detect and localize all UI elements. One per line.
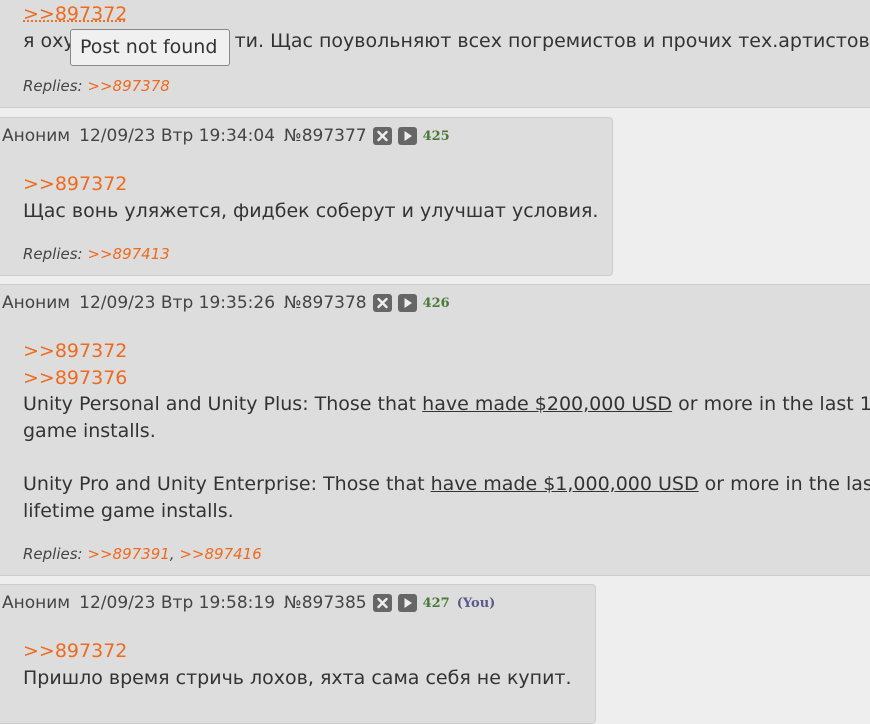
- poster-name: Аноним: [2, 593, 71, 613]
- replies-label: Replies:: [23, 77, 83, 95]
- reply-link[interactable]: >>897391: [87, 545, 169, 563]
- underlined-text: have made $200,000 USD: [422, 393, 673, 415]
- post-number[interactable]: №897377: [284, 126, 367, 146]
- post-count: 426: [422, 295, 450, 311]
- post-count: 425: [422, 128, 450, 144]
- close-icon[interactable]: [372, 127, 392, 145]
- post: Аноним 12/09/23 Втр 19:35:26 №897378 426…: [0, 284, 870, 576]
- post-quote-link[interactable]: >>897376: [23, 365, 870, 392]
- reply-link[interactable]: >>897416: [179, 545, 261, 563]
- play-icon[interactable]: [397, 127, 417, 145]
- underlined-text: have made $1,000,000 USD: [430, 473, 699, 495]
- post-count: 427: [422, 595, 450, 611]
- close-icon[interactable]: [372, 594, 392, 612]
- play-icon[interactable]: [397, 294, 417, 312]
- reply-link[interactable]: >>897378: [87, 77, 169, 95]
- poster-name: Аноним: [2, 293, 71, 313]
- post-number[interactable]: №897385: [284, 593, 367, 613]
- post: Аноним 12/09/23 Втр 19:34:04 №897377 425…: [0, 117, 613, 276]
- post-not-found-tooltip: Post not found: [70, 29, 230, 66]
- post-header: Аноним 12/09/23 Втр 19:35:26 №897378 426: [2, 293, 450, 313]
- you-marker: (You): [456, 595, 496, 611]
- post-date: 12/09/23 Втр 19:58:19: [79, 593, 276, 613]
- post-date: 12/09/23 Втр 19:34:04: [79, 126, 276, 146]
- post-text-line: lifetime game installs.: [23, 499, 234, 522]
- post: Аноним 12/09/23 Втр 19:58:19 №897385 427…: [0, 584, 596, 724]
- poster-name: Аноним: [2, 126, 71, 146]
- play-icon[interactable]: [397, 594, 417, 612]
- close-icon[interactable]: [372, 294, 392, 312]
- post-text: Пришло время стричь лохов, яхта сама себ…: [23, 666, 572, 689]
- post-quote-link[interactable]: >>897372: [23, 171, 598, 198]
- post-replies: Replies: >>897378: [23, 77, 170, 95]
- post-quote-link[interactable]: >>897372: [23, 1, 870, 28]
- post-quote-link[interactable]: >>897372: [23, 638, 572, 665]
- post-text: Щас вонь уляжется, фидбек соберут и улуч…: [23, 199, 599, 222]
- post-date: 12/09/23 Втр 19:35:26: [79, 293, 276, 313]
- post-number[interactable]: №897378: [284, 293, 367, 313]
- post-header: Аноним 12/09/23 Втр 19:58:19 №897385 427…: [2, 593, 495, 613]
- post-quote-link[interactable]: >>897372: [23, 338, 870, 365]
- replies-label: Replies:: [23, 545, 83, 563]
- post-text-line: Unity Personal and Unity Plus: Those tha…: [23, 393, 870, 415]
- post-replies: Replies: >>897413: [23, 245, 170, 263]
- post-text-line: Unity Pro and Unity Enterprise: Those th…: [23, 473, 870, 495]
- reply-link[interactable]: >>897413: [87, 245, 169, 263]
- post-replies: Replies: >>897391, >>897416: [23, 545, 262, 563]
- post-header: Аноним 12/09/23 Втр 19:34:04 №897377 425: [2, 126, 450, 146]
- post-text-line: game installs.: [23, 419, 156, 442]
- replies-label: Replies:: [23, 245, 83, 263]
